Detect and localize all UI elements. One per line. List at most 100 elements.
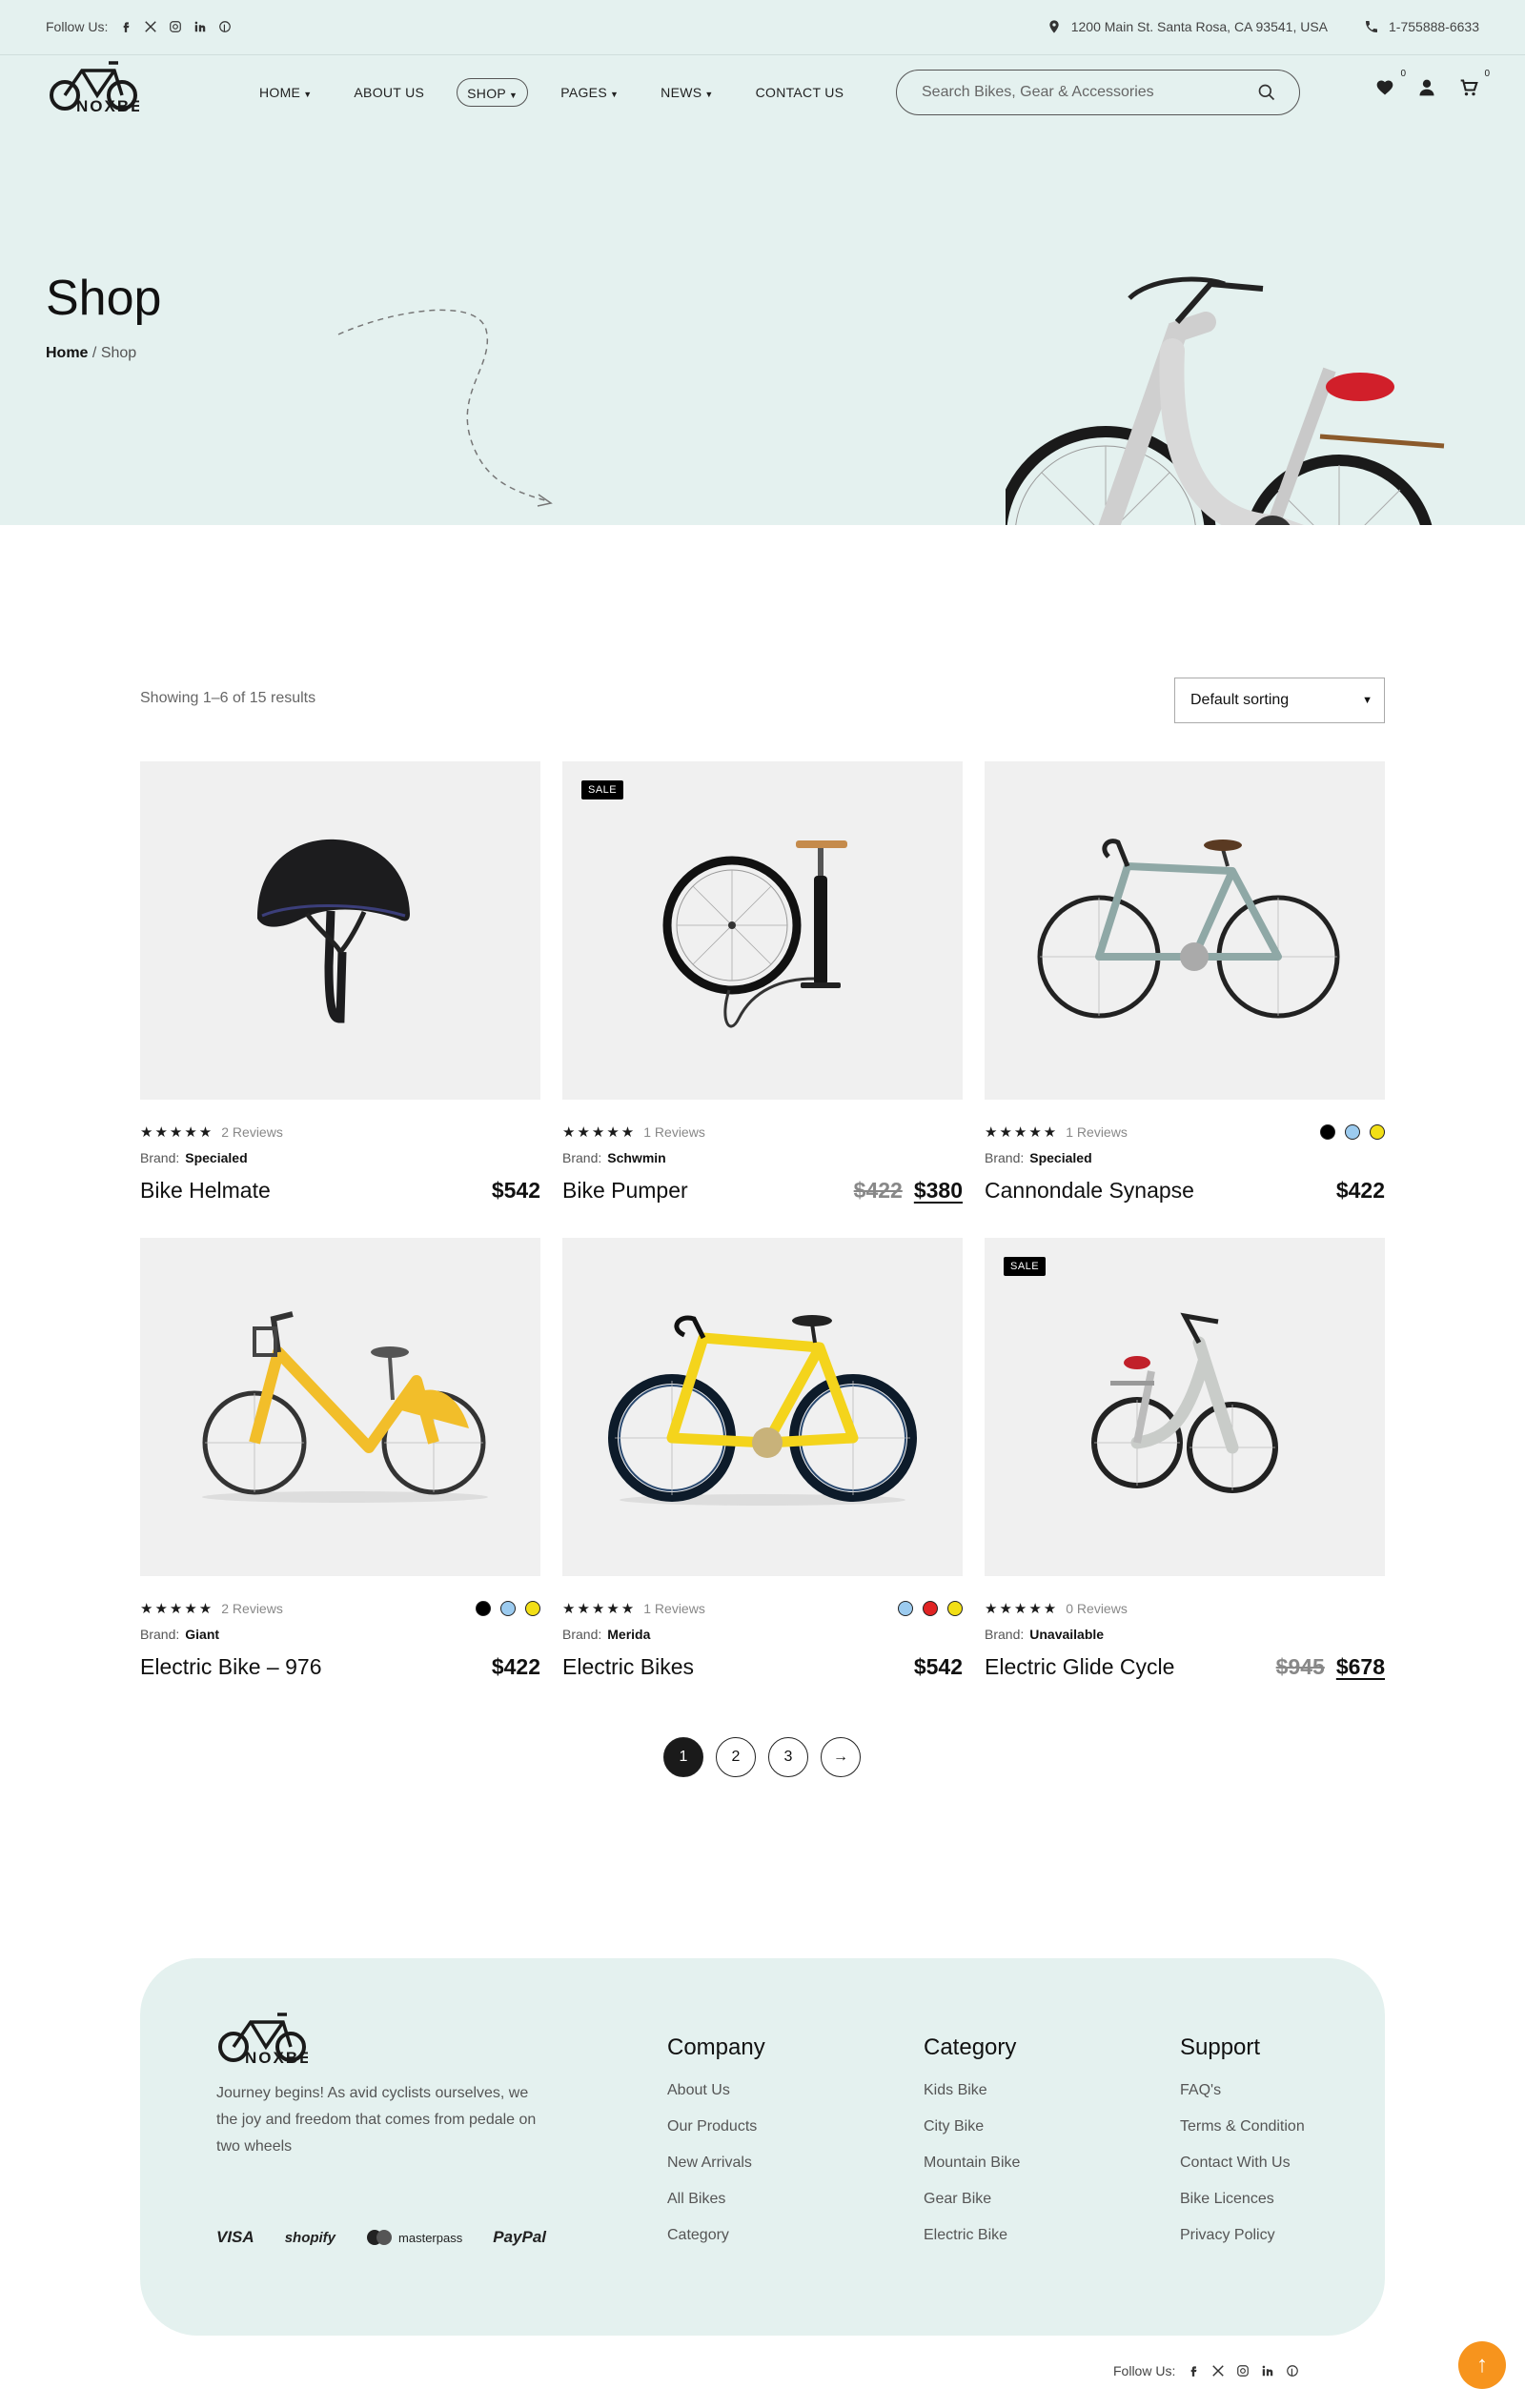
product-card[interactable]: ★★★★★ 2 Reviews Brand: Giant Electric Bike… <box>140 1238 540 1695</box>
x-icon[interactable] <box>1211 2364 1225 2378</box>
stars: ★★★★★ <box>985 1601 1059 1617</box>
logo[interactable]: NOXBE <box>48 59 139 114</box>
swatch-black[interactable] <box>476 1601 491 1616</box>
product-name[interactable]: Electric Bike – 976 <box>140 1654 321 1680</box>
visa-logo: VISA <box>216 2228 254 2246</box>
nav-contact[interactable]: CONTACT US <box>746 78 854 107</box>
wishlist-button[interactable]: 0 <box>1375 69 1406 99</box>
nav-shop[interactable]: SHOP ▼ <box>457 78 529 107</box>
instagram-icon[interactable] <box>1236 2364 1250 2378</box>
linkedin-icon[interactable] <box>1261 2364 1274 2378</box>
swatch-yellow[interactable] <box>525 1601 540 1616</box>
cart-button[interactable]: 0 <box>1459 69 1490 99</box>
search-placeholder: Search Bikes, Gear & Accessories <box>922 84 1154 100</box>
product-image[interactable] <box>985 761 1385 1100</box>
product-name[interactable]: Bike Helmate <box>140 1178 271 1204</box>
product-image[interactable] <box>140 1238 540 1576</box>
yellow-road-bike-image <box>608 1315 917 1506</box>
footer-link[interactable]: Bike Licences <box>1180 2191 1305 2212</box>
swatch-blue[interactable] <box>500 1601 516 1616</box>
address-text: 1200 Main St. Santa Rosa, CA 93541, USA <box>1070 19 1329 34</box>
product-name[interactable]: Electric Bikes <box>562 1654 694 1680</box>
stars: ★★★★★ <box>985 1124 1059 1141</box>
stars: ★★★★★ <box>562 1124 637 1141</box>
facebook-icon[interactable] <box>119 20 132 33</box>
product-name[interactable]: Cannondale Synapse <box>985 1178 1194 1204</box>
price-current: $422 <box>1335 1178 1385 1203</box>
footer-link[interactable]: All Bikes <box>667 2191 765 2212</box>
brand-name: Specialed <box>185 1150 248 1165</box>
product-name[interactable]: Bike Pumper <box>562 1178 688 1204</box>
breadcrumb-home[interactable]: Home <box>46 345 88 361</box>
footer-col-title: Category <box>924 2034 1017 2060</box>
pinterest-icon[interactable] <box>218 20 232 33</box>
review-count[interactable]: 1 Reviews <box>643 1124 705 1140</box>
footer-link[interactable]: Kids Bike <box>924 2082 1020 2103</box>
footer-link[interactable]: Gear Bike <box>924 2191 1020 2212</box>
footer-link[interactable]: Contact With Us <box>1180 2155 1305 2175</box>
swatch-yellow[interactable] <box>947 1601 963 1616</box>
page-2-button[interactable]: 2 <box>716 1737 756 1777</box>
footer-col-title: Support <box>1180 2034 1261 2060</box>
product-image[interactable]: SALE <box>562 761 963 1100</box>
swatch-blue[interactable] <box>898 1601 913 1616</box>
footer-link[interactable]: Terms & Condition <box>1180 2118 1305 2139</box>
product-card[interactable]: ★★★★★ 1 Reviews Brand: Merida Electric Bik… <box>562 1238 963 1695</box>
footer-link[interactable]: Electric Bike <box>924 2227 1020 2248</box>
footer-link[interactable]: City Bike <box>924 2118 1020 2139</box>
review-count[interactable]: 1 Reviews <box>1066 1124 1128 1140</box>
product-card[interactable]: SALE ★★★★★ 0 Reviews Brand: Unavailable El… <box>985 1238 1385 1695</box>
brand: Brand: Schwmin <box>562 1150 666 1165</box>
nav-home[interactable]: HOME ▼ <box>250 78 321 107</box>
brand: Brand: Giant <box>140 1627 219 1642</box>
x-icon[interactable] <box>144 20 157 33</box>
product-image[interactable] <box>562 1238 963 1576</box>
product-name[interactable]: Electric Glide Cycle <box>985 1654 1174 1680</box>
swatch-black[interactable] <box>1320 1124 1335 1140</box>
price-current: $380 <box>913 1178 963 1203</box>
review-count[interactable]: 0 Reviews <box>1066 1601 1128 1616</box>
search-icon[interactable] <box>1257 83 1276 102</box>
facebook-icon[interactable] <box>1187 2364 1200 2378</box>
footer-logo[interactable]: NOXBE <box>216 2011 308 2066</box>
linkedin-icon[interactable] <box>193 20 207 33</box>
review-count[interactable]: 2 Reviews <box>221 1124 283 1140</box>
footer-link[interactable]: Privacy Policy <box>1180 2227 1305 2248</box>
footer-link[interactable]: FAQ's <box>1180 2082 1305 2103</box>
account-button[interactable] <box>1417 78 1438 99</box>
swatch-yellow[interactable] <box>1370 1124 1385 1140</box>
footer-link[interactable]: About Us <box>667 2082 765 2103</box>
nav-pages[interactable]: PAGES ▼ <box>551 78 628 107</box>
footer-link[interactable]: New Arrivals <box>667 2155 765 2175</box>
product-card[interactable]: SALE ★★★★★ 1 Reviews Brand: Schwmin Bike P… <box>562 761 963 1219</box>
swatch-blue[interactable] <box>1345 1124 1360 1140</box>
dashed-arrow-decoration <box>337 309 553 507</box>
product-image[interactable]: SALE <box>985 1238 1385 1576</box>
pinterest-icon[interactable] <box>1286 2364 1299 2378</box>
sort-select[interactable]: Default sorting ▼ <box>1174 678 1385 723</box>
page-1-button[interactable]: 1 <box>663 1737 703 1777</box>
search-input[interactable]: Search Bikes, Gear & Accessories <box>896 70 1300 115</box>
price-current: $542 <box>491 1178 540 1203</box>
nav-news[interactable]: NEWS ▼ <box>651 78 722 107</box>
product-card[interactable]: ★★★★★ 2 Reviews Brand: Specialed Bike Helm… <box>140 761 540 1219</box>
instagram-icon[interactable] <box>169 20 182 33</box>
nav-about[interactable]: ABOUT US <box>344 78 434 107</box>
page-3-button[interactable]: 3 <box>768 1737 808 1777</box>
brand-label: Brand: <box>140 1150 180 1165</box>
product-card[interactable]: ★★★★★ 1 Reviews Brand: Specialed Cannondal… <box>985 761 1385 1219</box>
product-image[interactable] <box>140 761 540 1100</box>
next-page-button[interactable]: → <box>821 1737 861 1777</box>
scroll-to-top-button[interactable]: ↑ <box>1458 2341 1506 2389</box>
wishlist-count: 0 <box>1400 69 1406 79</box>
footer-link[interactable]: Category <box>667 2227 765 2248</box>
review-count[interactable]: 1 Reviews <box>643 1601 705 1616</box>
sale-badge: SALE <box>1004 1257 1047 1276</box>
swatch-red[interactable] <box>923 1601 938 1616</box>
review-count[interactable]: 2 Reviews <box>221 1601 283 1616</box>
footer-social-follow: Follow Us: <box>1113 2363 1299 2378</box>
footer-link[interactable]: Our Products <box>667 2118 765 2139</box>
brand-label: Brand: <box>985 1627 1025 1642</box>
rating: ★★★★★ 0 Reviews <box>985 1600 1128 1617</box>
footer-link[interactable]: Mountain Bike <box>924 2155 1020 2175</box>
